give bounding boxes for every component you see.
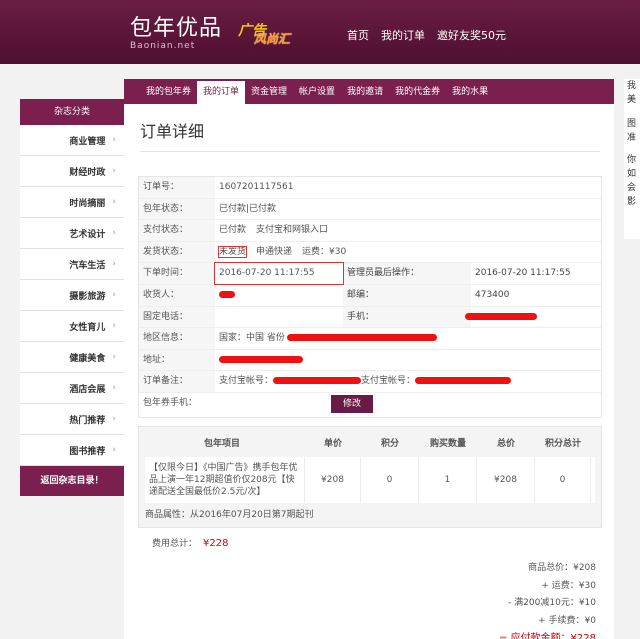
- items-header: 包年项目 单价 积分 购买数量 总价 积分总计: [139, 427, 601, 457]
- row-region: 地区信息： 国家：中国 省份: [139, 328, 601, 350]
- sidebar-item-books[interactable]: 图书推荐›: [20, 435, 124, 466]
- shipping-fee: + 运费：¥30: [499, 578, 596, 596]
- sidebar-item-women-parenting[interactable]: 女性育儿›: [20, 311, 124, 342]
- item-points: 0: [361, 457, 419, 503]
- shipping-status: 未发货: [219, 247, 246, 257]
- account-tabs: 我的包年券 我的订单 资金管理 帐户设置 我的邀请 我的代金券 我的水果: [124, 79, 614, 104]
- item-total: ¥208: [477, 457, 535, 503]
- order-info-table: 订单号： 1607201117561 包年状态： 已付款|已付款 支付状态： 已…: [138, 176, 602, 418]
- back-to-catalog-button[interactable]: 返回杂志目录！: [20, 466, 124, 496]
- fee-total-value: ¥228: [203, 538, 228, 549]
- edit-button[interactable]: 修改: [331, 395, 373, 413]
- admin-last-op-time: 2016-07-20 11:17:55: [471, 263, 601, 284]
- chevron-right-icon: ›: [112, 166, 116, 176]
- order-time: 2016-07-20 11:17:55: [215, 263, 343, 284]
- item-name[interactable]: 【仅限今日】《中国广告》携手包年优品上演一年12期超值价仅208元【快递配送全国…: [145, 457, 305, 503]
- amount-due: = 应付款金额：¥228: [499, 630, 596, 639]
- courier: 申通快递: [256, 247, 292, 257]
- chevron-right-icon: ›: [112, 352, 116, 362]
- tab-my-vouchers[interactable]: 我的包年券: [140, 79, 197, 104]
- sidebar-item-fashion[interactable]: 时尚摘丽›: [20, 187, 124, 218]
- sidebar-item-hot[interactable]: 热门推荐›: [20, 404, 124, 435]
- discount: - 满200减10元：¥10: [499, 595, 596, 613]
- right-side-panel: 我 美 图 准 你 如 会 影: [624, 79, 640, 239]
- chevron-right-icon: ›: [112, 259, 116, 269]
- row-package-status: 包年状态： 已付款|已付款: [139, 199, 601, 221]
- row-order-no: 订单号： 1607201117561: [139, 177, 601, 199]
- page-title: 订单详细: [140, 118, 204, 142]
- row-payment-status: 支付状态： 已付款支付宝和网银入口: [139, 220, 601, 242]
- postcode: 473400: [471, 285, 601, 306]
- redaction-mark: [219, 291, 235, 298]
- chevron-right-icon: ›: [112, 414, 116, 424]
- row-phone: 固定电话： 手机：: [139, 307, 601, 329]
- payment-channel: 支付宝和网银入口: [256, 225, 328, 235]
- sidebar-item-finance[interactable]: 财经时政›: [20, 156, 124, 187]
- redaction-mark: [273, 377, 361, 384]
- chevron-right-icon: ›: [112, 290, 116, 300]
- region-info: 国家：中国 省份: [219, 333, 285, 343]
- goods-total: 商品总价：¥208: [499, 560, 596, 578]
- item-price: ¥208: [305, 457, 361, 503]
- tab-my-coupons[interactable]: 我的代金券: [389, 79, 446, 104]
- logo-text: 包年优品: [130, 10, 222, 42]
- site-header: 包年优品 Baonian.net 广告 风尚汇 首页 我的订单 邀好友奖50元: [0, 0, 640, 64]
- order-number: 1607201117561: [215, 177, 601, 198]
- nav-my-orders[interactable]: 我的订单: [381, 27, 425, 43]
- partner-badge-logo[interactable]: 广告 风尚汇: [238, 18, 296, 46]
- sidebar-item-photo-travel[interactable]: 摄影旅游›: [20, 280, 124, 311]
- item-qty: 1: [419, 457, 477, 503]
- redaction-mark: [415, 377, 511, 384]
- item-points-total: 0: [535, 457, 591, 503]
- row-order-time: 下单时间： 2016-07-20 11:17:55 管理员最后操作： 2016-…: [139, 263, 601, 285]
- package-status: 已付款|已付款: [215, 199, 601, 220]
- order-detail-panel: 订单详细 订单号： 1607201117561 包年状态： 已付款|已付款 支付…: [124, 104, 614, 639]
- item-attributes: 商品属性：从2016年07月20日第7期起刊: [139, 503, 601, 527]
- sidebar-item-auto[interactable]: 汽车生活›: [20, 249, 124, 280]
- chevron-right-icon: ›: [112, 321, 116, 331]
- tab-my-invites[interactable]: 我的邀请: [341, 79, 389, 104]
- sidebar-item-health-food[interactable]: 健康美食›: [20, 342, 124, 373]
- chevron-right-icon: ›: [112, 445, 116, 455]
- row-receiver: 收货人： 邮编： 473400: [139, 285, 601, 307]
- table-row: 【仅限今日】《中国广告》携手包年优品上演一年12期超值价仅208元【快递配送全国…: [145, 457, 595, 503]
- nav-invite-friends[interactable]: 邀好友奖50元: [437, 27, 506, 43]
- row-voucher-mobile: 包年券手机： 修改: [139, 393, 601, 417]
- payment-status: 已付款: [219, 225, 246, 235]
- sidebar-item-hotel-expo[interactable]: 酒店会展›: [20, 373, 124, 404]
- chevron-right-icon: ›: [112, 197, 116, 207]
- category-sidebar: 杂志分类 商业管理› 财经时政› 时尚摘丽› 艺术设计› 汽车生活› 摄影旅游›…: [20, 99, 124, 496]
- divider: [140, 151, 600, 152]
- tab-my-fruit[interactable]: 我的水果: [446, 79, 494, 104]
- sidebar-item-business[interactable]: 商业管理›: [20, 125, 124, 156]
- nav-home[interactable]: 首页: [347, 27, 369, 43]
- order-items-table: 包年项目 单价 积分 购买数量 总价 积分总计 【仅限今日】《中国广告》携手包年…: [138, 426, 602, 528]
- top-nav: 首页 我的订单 邀好友奖50元: [347, 27, 506, 43]
- logo-domain: Baonian.net: [130, 41, 222, 51]
- row-remark: 订单备注： 支付宝帐号：支付宝帐号：: [139, 371, 601, 393]
- chevron-right-icon: ›: [112, 135, 116, 145]
- site-logo[interactable]: 包年优品 Baonian.net: [130, 10, 222, 51]
- tab-account-settings[interactable]: 帐户设置: [293, 79, 341, 104]
- tab-funds[interactable]: 资金管理: [245, 79, 293, 104]
- fee-total: 费用总计：¥228: [152, 536, 228, 549]
- chevron-right-icon: ›: [112, 228, 116, 238]
- tab-my-orders[interactable]: 我的订单: [197, 81, 245, 104]
- handling-fee: + 手续费：¥0: [499, 613, 596, 631]
- row-shipping-status: 发货状态： 未发货申通快递运费：¥30: [139, 242, 601, 264]
- freight: 运费：¥30: [302, 247, 346, 257]
- row-address: 地址：: [139, 350, 601, 372]
- redaction-mark: [465, 313, 537, 320]
- price-summary: 商品总价：¥208 + 运费：¥30 - 满200减10元：¥10 + 手续费：…: [499, 560, 596, 639]
- sidebar-item-art-design[interactable]: 艺术设计›: [20, 218, 124, 249]
- chevron-right-icon: ›: [112, 383, 116, 393]
- redaction-mark: [287, 334, 437, 341]
- redaction-mark: [219, 356, 303, 363]
- sidebar-title: 杂志分类: [20, 99, 124, 125]
